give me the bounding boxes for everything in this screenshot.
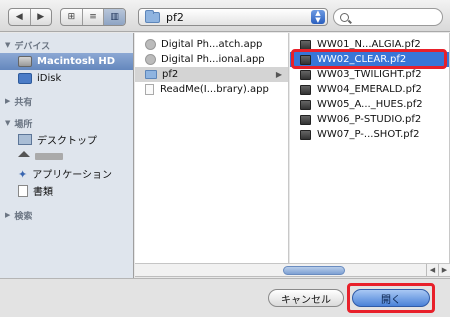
search-field [333, 8, 443, 26]
item-label: WW04_EMERALD.pf2 [317, 84, 422, 95]
list-item-pf2[interactable]: pf2 ▶ [135, 67, 288, 82]
item-label: WW07_P-...SHOT.pf2 [317, 129, 420, 140]
item-label: ReadMe(I...brary).app [160, 84, 269, 95]
disclosure-open-icon: ▼ [5, 119, 11, 127]
sidebar-item-documents[interactable]: 書類 [0, 182, 133, 199]
columns-icon: ▥ [110, 12, 119, 22]
pf2-file-icon [300, 69, 311, 80]
list-view-button[interactable]: ≡ [83, 9, 105, 25]
item-label: pf2 [162, 69, 179, 80]
section-label: 場所 [14, 119, 33, 130]
forward-arrow-icon: ▶ [37, 12, 45, 22]
highlight-box-open-button [347, 283, 435, 313]
list-item[interactable]: Digital Ph...ional.app [135, 52, 288, 67]
sidebar-section-shared[interactable]: ▶ 共有 [0, 93, 133, 109]
home-icon [18, 150, 30, 157]
desktop-icon [18, 134, 32, 145]
list-item[interactable]: WW06_P-STUDIO.pf2 [290, 112, 449, 127]
sidebar: ▼ デバイス Macintosh HD iDisk ▶ 共有 ▼ 場所 デスクト… [0, 33, 134, 283]
folder-icon [145, 9, 160, 23]
highlight-box-selected-file [291, 49, 447, 69]
search-icon [340, 12, 349, 22]
sidebar-section-devices[interactable]: ▼ デバイス [0, 37, 133, 53]
item-label: Digital Ph...atch.app [161, 39, 263, 50]
sidebar-item-desktop[interactable]: デスクトップ [0, 131, 133, 148]
section-label: デバイス [14, 41, 51, 52]
sidebar-section-search[interactable]: ▶ 検索 [0, 207, 133, 223]
list-item[interactable]: Digital Ph...atch.app [135, 37, 288, 52]
pf2-file-icon [300, 114, 311, 125]
pf2-file-icon [300, 39, 311, 50]
location-popup[interactable]: pf2 ▲ ▼ [138, 8, 328, 26]
list-item[interactable]: WW05_A..._HUES.pf2 [290, 97, 449, 112]
browser-column-1: Digital Ph...atch.app Digital Ph...ional… [135, 33, 289, 263]
location-label: pf2 [166, 10, 184, 24]
section-label: 検索 [14, 211, 33, 222]
pf2-file-icon [300, 129, 311, 140]
sidebar-item-label: iDisk [37, 73, 62, 84]
sidebar-section-places[interactable]: ▼ 場所 [0, 115, 133, 131]
pf2-file-icon [300, 99, 311, 110]
applications-icon: ✦ [18, 168, 28, 181]
home-name-redacted [35, 153, 63, 160]
back-arrow-icon: ◀ [15, 12, 23, 22]
column-view-button[interactable]: ▥ [104, 9, 125, 25]
list-icon: ≡ [89, 12, 97, 22]
sidebar-item-home[interactable] [0, 148, 133, 165]
app-icon [145, 54, 156, 65]
hard-drive-icon [18, 56, 32, 67]
list-item[interactable]: ReadMe(I...brary).app [135, 82, 288, 97]
list-item[interactable]: WW03_TWILIGHT.pf2 [290, 67, 449, 82]
popup-stepper-icon: ▲ ▼ [311, 10, 325, 24]
sidebar-item-applications[interactable]: ✦ アプリケーション [0, 165, 133, 182]
documents-icon [18, 184, 28, 197]
disclosure-closed-icon: ▶ [5, 211, 11, 219]
grid-icon: ⊞ [67, 12, 76, 22]
sidebar-item-label: 書類 [33, 187, 53, 198]
view-mode-control: ⊞ ≡ ▥ [60, 8, 126, 26]
sidebar-item-label: デスクトップ [37, 136, 97, 147]
scrollbar-thumb[interactable] [283, 266, 345, 275]
cancel-button-label: キャンセル [281, 294, 331, 306]
disclosure-open-icon: ▼ [5, 41, 11, 49]
pf2-file-icon [300, 84, 311, 95]
list-item[interactable]: WW07_P-...SHOT.pf2 [290, 127, 449, 142]
toolbar: ◀ ▶ ⊞ ≡ ▥ pf2 ▲ ▼ [0, 0, 450, 32]
list-item[interactable]: WW04_EMERALD.pf2 [290, 82, 449, 97]
scroll-right-button[interactable]: ▶ [438, 264, 450, 276]
icon-view-button[interactable]: ⊞ [61, 9, 83, 25]
idisk-icon [18, 73, 32, 84]
item-label: WW03_TWILIGHT.pf2 [317, 69, 422, 80]
item-label: WW05_A..._HUES.pf2 [317, 99, 423, 110]
cancel-button[interactable]: キャンセル [268, 289, 344, 307]
forward-button[interactable]: ▶ [31, 9, 52, 25]
item-label: Digital Ph...ional.app [161, 54, 265, 65]
sidebar-item-label: Macintosh HD [37, 56, 116, 67]
sidebar-item-macintosh-hd[interactable]: Macintosh HD [0, 53, 133, 70]
search-input[interactable] [355, 11, 435, 23]
scroll-left-button[interactable]: ◀ [426, 264, 438, 276]
item-label: WW06_P-STUDIO.pf2 [317, 114, 422, 125]
disclosure-closed-icon: ▶ [5, 97, 11, 105]
back-button[interactable]: ◀ [9, 9, 31, 25]
folder-icon [145, 70, 157, 79]
app-icon [145, 39, 156, 50]
disclosure-arrow-icon: ▶ [275, 70, 282, 79]
scroll-buttons: ◀ ▶ [426, 264, 450, 276]
back-forward-control: ◀ ▶ [8, 8, 52, 26]
sidebar-item-label: アプリケーション [32, 170, 113, 181]
sidebar-item-idisk[interactable]: iDisk [0, 70, 133, 87]
section-label: 共有 [14, 97, 33, 108]
document-icon [145, 84, 154, 95]
horizontal-scrollbar[interactable]: ◀ ▶ [135, 263, 450, 277]
